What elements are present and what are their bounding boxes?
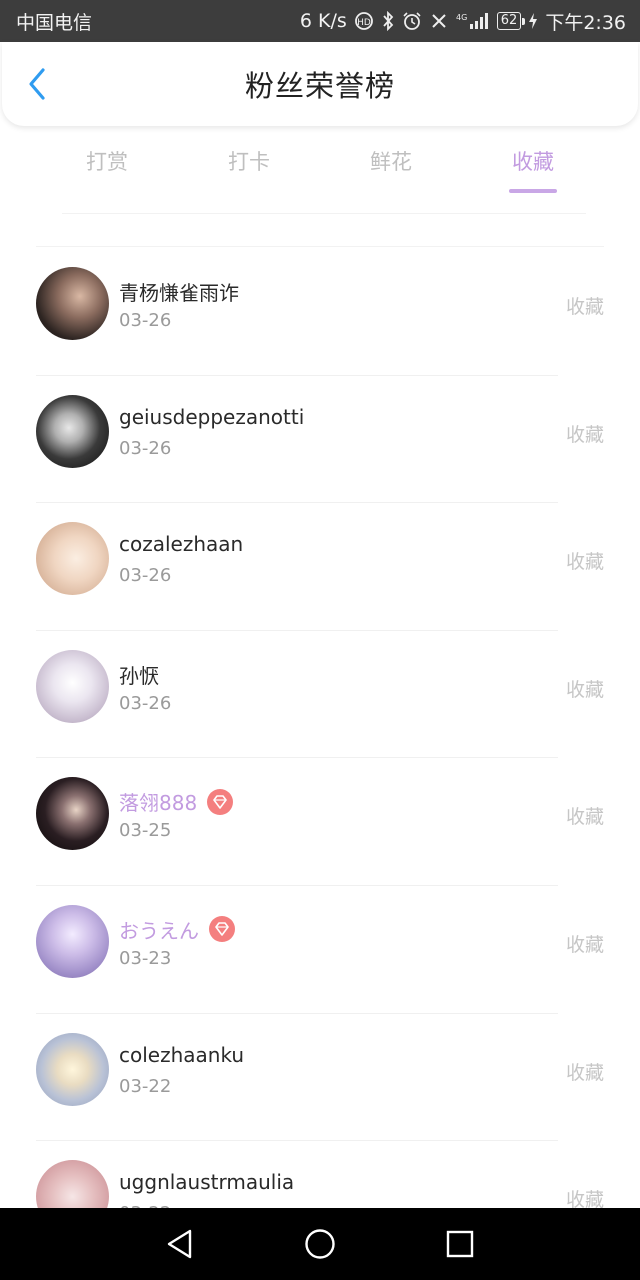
user-name-text: geiusdeppezanotti [119, 404, 305, 429]
user-name-text: 青杨慊雀雨诈 [119, 281, 239, 305]
carrier-name: 中国电信 [16, 11, 93, 34]
tab-favorites[interactable]: 收藏 [509, 146, 557, 193]
network-speed: 6 K/s [299, 10, 347, 32]
back-button[interactable] [20, 66, 54, 102]
list-item[interactable]: 孙恹 03-26 收藏 [0, 631, 640, 759]
tab-checkin[interactable]: 打卡 [228, 146, 270, 176]
fan-list: 青杨慊雀雨诈 03-26 收藏 geiusdeppezanotti 03-26 … [0, 248, 640, 1269]
favorite-label: 收藏 [565, 551, 604, 574]
avatar[interactable] [36, 522, 109, 596]
alarm-icon [402, 11, 422, 31]
list-item[interactable]: おうえん 03-23 收藏 [0, 886, 640, 1014]
divider [62, 213, 586, 214]
user-date: 03-26 [119, 437, 172, 459]
list-item[interactable]: 青杨慊雀雨诈 03-26 收藏 [0, 248, 640, 376]
user-date: 03-22 [119, 1075, 172, 1097]
tab-flowers[interactable]: 鲜花 [370, 146, 412, 176]
user-name-text: 落翎888 [119, 791, 198, 816]
no-sim-icon [429, 11, 449, 31]
list-item[interactable]: colezhaanku 03-22 收藏 [0, 1014, 640, 1142]
status-bar: 中国电信 6 K/s HD 4G 62 下午2:36 [0, 0, 640, 42]
battery-icon: 62 [496, 12, 525, 30]
user-name: colezhaanku [119, 1043, 244, 1067]
nav-back-button[interactable] [160, 1224, 200, 1264]
user-date: 03-25 [119, 820, 172, 842]
bluetooth-icon [381, 11, 395, 31]
user-name-text: colezhaanku [119, 1042, 245, 1067]
list-item[interactable]: geiusdeppezanotti 03-26 收藏 [0, 376, 640, 504]
tab-label: 打赏 [86, 150, 128, 174]
clock: 下午2:36 [545, 11, 626, 34]
user-date: 03-26 [119, 310, 172, 331]
square-recent-icon [446, 1230, 474, 1258]
list-item[interactable]: cozalezhaan 03-26 收藏 [0, 503, 640, 631]
svg-text:HD: HD [357, 18, 371, 28]
tab-label: 鲜花 [370, 150, 412, 174]
user-name: cozalezhaan [119, 532, 243, 556]
avatar[interactable] [36, 1032, 109, 1106]
avatar[interactable] [36, 267, 109, 340]
avatar[interactable] [36, 777, 109, 851]
header-bar: 粉丝荣誉榜 [2, 42, 638, 126]
favorite-label: 收藏 [565, 296, 604, 318]
tab-bar: 打赏 打卡 鲜花 收藏 [0, 130, 640, 196]
tab-reward[interactable]: 打赏 [86, 146, 128, 176]
circle-home-icon [305, 1229, 335, 1259]
list-item[interactable]: 落翎888 03-25 收藏 [0, 758, 640, 886]
avatar[interactable] [36, 394, 109, 468]
diamond-badge-icon [209, 916, 235, 943]
avatar[interactable] [36, 904, 109, 978]
user-name: geiusdeppezanotti [119, 405, 304, 429]
svg-text:4G: 4G [456, 13, 467, 22]
user-name-text: 孙恹 [119, 663, 159, 688]
charging-icon [528, 12, 538, 30]
nav-recent-button[interactable] [440, 1224, 480, 1264]
tab-label: 收藏 [512, 150, 554, 174]
user-name: 孙恹 [119, 660, 159, 689]
divider [36, 246, 604, 247]
hd-call-icon: HD [354, 11, 374, 31]
active-tab-indicator [509, 189, 557, 193]
status-icons: 6 K/s HD 4G 62 下午2:36 [300, 8, 626, 35]
user-date: 03-26 [119, 565, 172, 587]
favorite-label: 收藏 [565, 806, 604, 829]
nav-home-button[interactable] [300, 1224, 340, 1264]
signal-4g-icon: 4G [456, 11, 490, 31]
user-name: 青杨慊雀雨诈 [119, 277, 239, 306]
user-name: uggnlaustrmaulia [119, 1170, 294, 1194]
triangle-back-icon [167, 1229, 192, 1259]
user-name-text: uggnlaustrmaulia [119, 1170, 295, 1195]
user-date: 03-26 [119, 692, 172, 714]
page-title: 粉丝荣誉榜 [244, 69, 395, 103]
system-nav-bar [0, 1208, 640, 1280]
user-name: おうえん [119, 915, 235, 944]
tab-label: 打卡 [228, 150, 270, 174]
screen: 中国电信 6 K/s HD 4G 62 下午2:36 粉丝荣誉榜 打赏 打卡 鲜… [0, 0, 640, 1280]
diamond-badge-icon [207, 788, 234, 815]
favorite-label: 收藏 [565, 933, 604, 956]
chevron-left-icon [29, 68, 45, 100]
avatar[interactable] [36, 649, 109, 723]
favorite-label: 收藏 [565, 678, 604, 701]
user-date: 03-23 [119, 947, 172, 969]
favorite-label: 收藏 [565, 1061, 604, 1084]
user-name: 落翎888 [119, 787, 234, 816]
user-name-text: おうえん [119, 918, 199, 943]
user-name-text: cozalezhaan [119, 532, 244, 557]
favorite-label: 收藏 [565, 423, 604, 446]
